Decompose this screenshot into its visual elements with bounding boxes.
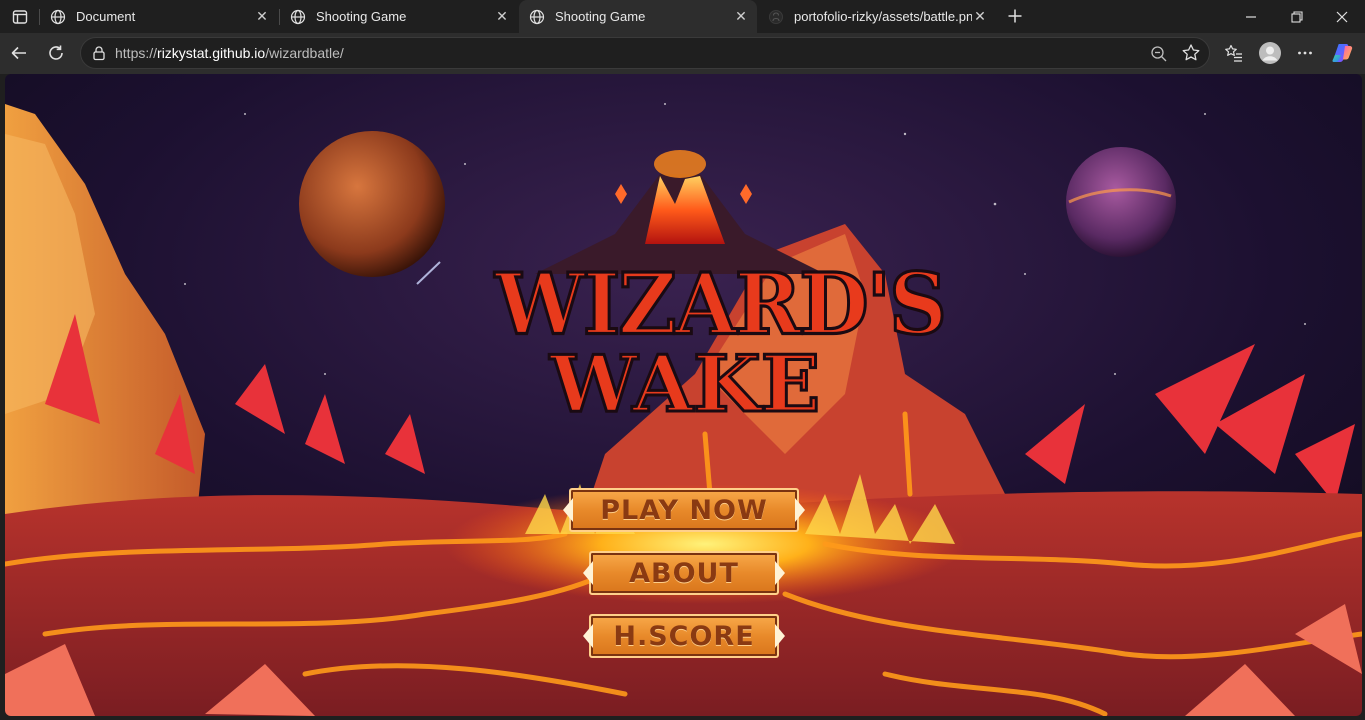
- tab-title: Shooting Game: [555, 9, 646, 24]
- globe-icon: [50, 9, 66, 24]
- minimize-button[interactable]: [1228, 0, 1274, 33]
- close-icon[interactable]: ✕: [494, 8, 510, 25]
- tab-shooting-game[interactable]: Shooting Game ✕: [280, 0, 518, 33]
- tab-title: Document: [76, 9, 136, 24]
- url-text[interactable]: https://rizkystat.github.io/wizardbatle/: [115, 45, 344, 61]
- close-icon[interactable]: ✕: [733, 8, 749, 25]
- tab-shooting-game-active[interactable]: Shooting Game ✕: [519, 0, 757, 33]
- back-arrow-icon: [11, 46, 26, 60]
- browser-toolbar: https://rizkystat.github.io/wizardbatle/: [0, 33, 1365, 74]
- close-window-button[interactable]: [1319, 0, 1365, 33]
- reload-icon: [49, 45, 63, 60]
- back-button[interactable]: [4, 38, 34, 68]
- globe-icon: [529, 9, 545, 24]
- zoom-icon[interactable]: [1149, 44, 1169, 64]
- favorites-button[interactable]: [1219, 38, 1249, 68]
- close-icon: [1336, 11, 1348, 22]
- globe-icon: [290, 9, 306, 24]
- tab-title: portofolio-rizky/assets/battle.png: [794, 9, 972, 24]
- high-score-button[interactable]: H.SCORE: [589, 614, 779, 658]
- reload-button[interactable]: [41, 38, 71, 68]
- copilot-icon: [1332, 44, 1353, 62]
- minimize-icon: [1246, 15, 1256, 18]
- more-options-button[interactable]: [1290, 38, 1320, 68]
- play-now-button[interactable]: PLAY NOW: [569, 488, 799, 532]
- favorite-star-icon[interactable]: [1181, 43, 1201, 63]
- logo-title-line-2: WAKE: [548, 339, 821, 430]
- high-score-label: H.SCORE: [613, 620, 755, 652]
- avatar-icon: [1259, 42, 1281, 64]
- new-tab-button[interactable]: [1004, 5, 1026, 27]
- tab-actions-button[interactable]: [8, 6, 32, 28]
- page-viewport: WIZARD'S WAKE PLAY NOW ABOUT H.SCORE: [5, 74, 1362, 716]
- tab-title: Shooting Game: [316, 9, 407, 24]
- tab-strip: Document ✕ Shooting Game ✕ Shooting Game…: [0, 0, 1365, 33]
- plus-icon: [1008, 9, 1022, 23]
- profile-button[interactable]: [1255, 38, 1285, 68]
- copilot-button[interactable]: [1328, 38, 1358, 68]
- restore-icon: [1291, 10, 1303, 23]
- tab-actions-icon: [12, 10, 28, 24]
- restore-button[interactable]: [1274, 0, 1320, 33]
- tab-github-asset[interactable]: portofolio-rizky/assets/battle.png ✕: [758, 0, 996, 33]
- url-host: rizkystat.github.io: [157, 45, 266, 61]
- game-logo: WIZARD'S WAKE: [494, 134, 949, 434]
- play-now-label: PLAY NOW: [600, 494, 768, 526]
- github-icon: [769, 9, 783, 24]
- more-dots-icon: [1298, 51, 1312, 55]
- tab-document[interactable]: Document ✕: [40, 0, 278, 33]
- about-label: ABOUT: [629, 557, 739, 589]
- about-button[interactable]: ABOUT: [589, 551, 779, 595]
- favorites-list-icon: [1225, 44, 1242, 62]
- url-prefix: https://: [115, 45, 158, 61]
- logo-title-line-1: WIZARD'S: [494, 254, 949, 354]
- url-path: /wizardbatle/: [265, 45, 344, 61]
- close-icon[interactable]: ✕: [972, 8, 988, 25]
- address-bar[interactable]: https://rizkystat.github.io/wizardbatle/: [80, 37, 1210, 69]
- close-icon[interactable]: ✕: [254, 8, 270, 25]
- lock-icon[interactable]: [91, 45, 107, 61]
